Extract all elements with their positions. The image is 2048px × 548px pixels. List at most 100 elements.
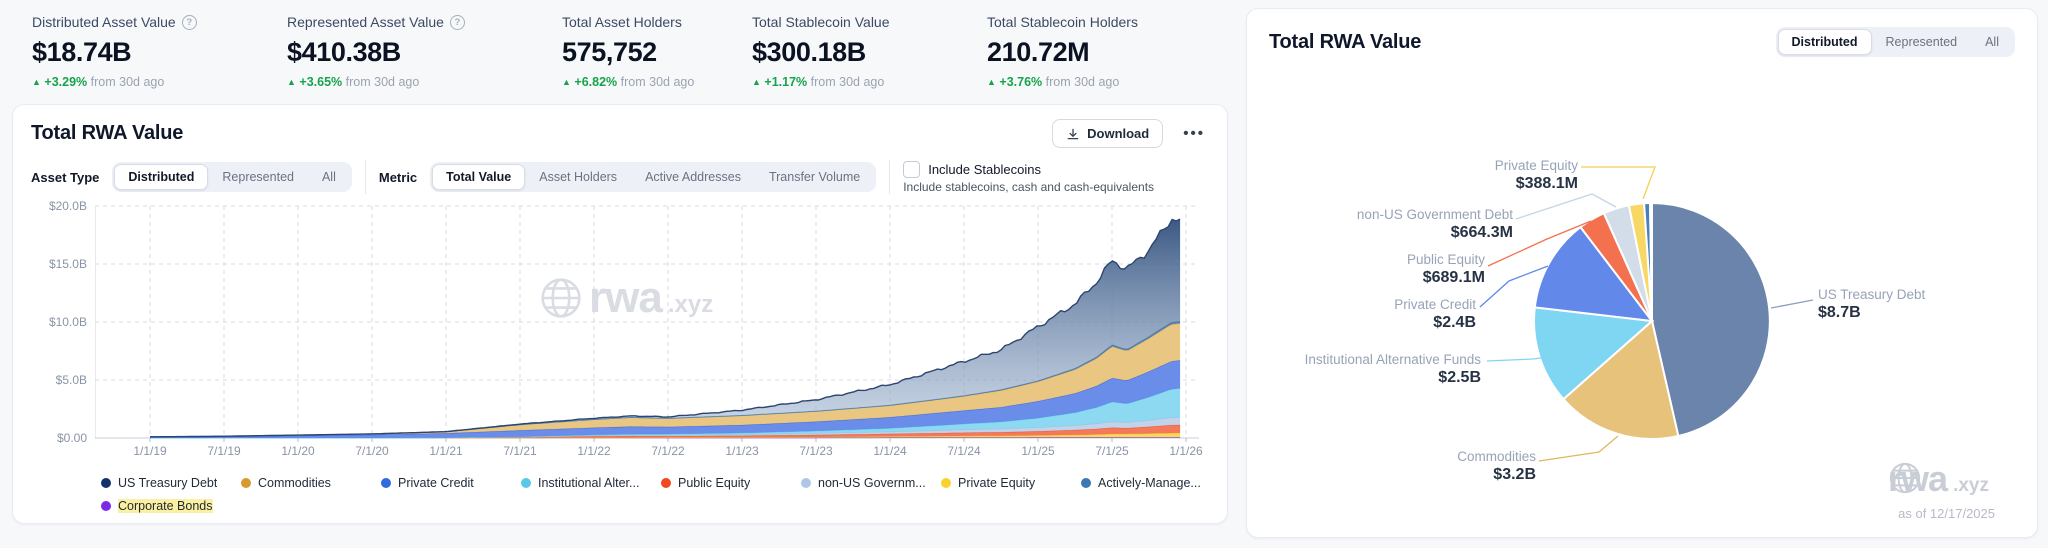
left-column: Distributed Asset Value? $18.74B ▲ +3.29% … xyxy=(12,8,1228,538)
legend-label: Actively-Manage... xyxy=(1098,476,1201,490)
pie-chart[interactable]: US Treasury Debt $8.7B Commodities $3.2B Ins… xyxy=(1247,9,2041,539)
legend-label: Corporate Bonds xyxy=(118,499,213,513)
legend-item-corporate-bonds[interactable]: Corporate Bonds xyxy=(101,499,241,513)
legend-item-institutional-alter[interactable]: Institutional Alter... xyxy=(521,476,661,490)
up-arrow-icon: ▲ xyxy=(287,77,296,87)
as-of-date: as of 12/17/2025 xyxy=(1898,506,1995,521)
metric-option-transfer-volume[interactable]: Transfer Volume xyxy=(755,164,874,190)
stat-value: 575,752 xyxy=(562,37,657,67)
pie-label-name: Institutional Alternative Funds xyxy=(1304,352,1481,367)
include-stablecoins-label: Include Stablecoins xyxy=(928,161,1041,177)
x-axis-tick-label: 1/1/23 xyxy=(725,444,759,458)
legend-swatch xyxy=(941,478,951,488)
include-stablecoins-checkbox[interactable] xyxy=(903,160,921,178)
y-axis-tick-label: $20.0B xyxy=(48,199,87,213)
total-rwa-value-card: Total RWA Value Download ••• Asset Type xyxy=(12,104,1228,524)
metric-option-active-addresses[interactable]: Active Addresses xyxy=(631,164,755,190)
pie-label-value: $664.3M xyxy=(1450,224,1513,241)
pie-label-name: Private Equity xyxy=(1494,158,1578,173)
pie-label-name: Commodities xyxy=(1457,449,1536,464)
legend-item-public-equity[interactable]: Public Equity xyxy=(661,476,801,490)
x-axis-tick-label: 1/1/24 xyxy=(873,444,907,458)
metric-option-total-value[interactable]: Total Value xyxy=(432,164,526,190)
pie-label-us-treasury-debt: US Treasury Debt $8.7B xyxy=(1818,286,1925,322)
pie-label-name: Public Equity xyxy=(1406,252,1485,267)
x-axis-tick-label: 7/1/25 xyxy=(1095,444,1129,458)
legend-swatch xyxy=(1081,478,1091,488)
x-axis-tick-label: 1/1/19 xyxy=(133,444,167,458)
divider xyxy=(364,160,366,194)
help-icon[interactable]: ? xyxy=(181,14,197,30)
delta-note: from 30d ago xyxy=(90,75,165,89)
stat-card-represented-asset-value: Represented Asset Value? $410.38B ▲ +3.65%… xyxy=(287,14,562,104)
legend-label: Public Equity xyxy=(678,476,751,490)
delta-note: from 30d ago xyxy=(345,75,420,89)
legend-item-us-treasury-debt[interactable]: US Treasury Debt xyxy=(101,476,241,490)
download-label: Download xyxy=(1087,126,1150,141)
stat-label: Represented Asset Value? xyxy=(287,14,552,30)
x-axis-tick-label: 1/1/21 xyxy=(429,444,463,458)
stat-value: $300.18B xyxy=(752,37,866,67)
legend-item-commodities[interactable]: Commodities xyxy=(241,476,381,490)
x-axis-tick-label: 1/1/26 xyxy=(1169,444,1203,458)
legend-swatch xyxy=(381,478,391,488)
pie-label-value: $689.1M xyxy=(1422,269,1485,286)
y-axis-tick-label: $15.0B xyxy=(48,257,87,271)
asset-type-option-distributed[interactable]: Distributed xyxy=(114,164,209,190)
up-arrow-icon: ▲ xyxy=(32,77,41,87)
metric-segmented-control: Total Value Asset Holders Active Addresses… xyxy=(430,162,877,192)
metric-option-asset-holders[interactable]: Asset Holders xyxy=(525,164,631,190)
pie-label-value: $388.1M xyxy=(1515,175,1578,192)
include-stablecoins-block: Include Stablecoins Include stablecoins,… xyxy=(903,160,1155,194)
x-axis-tick-label: 7/1/23 xyxy=(799,444,833,458)
asset-type-label: Asset Type xyxy=(31,169,100,185)
legend-item-actively-manage[interactable]: Actively-Manage... xyxy=(1081,476,1221,490)
legend-item-private-credit[interactable]: Private Credit xyxy=(381,476,521,490)
legend-swatch xyxy=(101,478,111,488)
stat-value: 210.72M xyxy=(987,37,1090,67)
help-icon[interactable]: ? xyxy=(449,14,465,30)
delta-percent: +3.76% xyxy=(999,75,1043,89)
delta-percent: +3.29% xyxy=(44,75,88,89)
pie-label-value: $8.7B xyxy=(1818,304,1861,321)
asset-type-option-all[interactable]: All xyxy=(308,164,350,190)
pie-label-commodities: Commodities $3.2B xyxy=(1457,448,1536,484)
delta-percent: +6.82% xyxy=(574,75,618,89)
x-axis-tick-label: 7/1/22 xyxy=(651,444,685,458)
stat-value: $410.38B xyxy=(287,37,401,67)
stat-card-distributed-asset-value: Distributed Asset Value? $18.74B ▲ +3.29% … xyxy=(32,14,287,104)
delta-note: from 30d ago xyxy=(1045,75,1120,89)
pie-chart-svg[interactable] xyxy=(1247,9,2041,539)
pie-label-value: $3.2B xyxy=(1493,466,1536,483)
asset-type-segmented-control: Distributed Represented All xyxy=(112,162,352,192)
y-axis-tick-label: $5.0B xyxy=(55,373,87,387)
legend-item-non-us-governm[interactable]: non-US Governm... xyxy=(801,476,941,490)
stat-label: Total Asset Holders xyxy=(562,14,682,30)
x-axis-tick-label: 7/1/20 xyxy=(355,444,389,458)
pie-label-public-equity: Public Equity $689.1M xyxy=(1407,251,1485,287)
x-axis-tick-label: 7/1/24 xyxy=(947,444,981,458)
stat-delta: ▲ +3.76% from 30d ago xyxy=(987,75,1138,89)
dashboard: Distributed Asset Value? $18.74B ▲ +3.29% … xyxy=(0,0,2048,546)
y-axis-tick-label: $0.00 xyxy=(56,431,87,445)
legend-label: Institutional Alter... xyxy=(538,476,640,490)
area-chart-svg[interactable] xyxy=(95,204,1207,442)
stat-delta: ▲ +3.29% from 30d ago xyxy=(32,75,277,89)
more-options-button[interactable]: ••• xyxy=(1177,121,1211,146)
stat-label: Distributed Asset Value? xyxy=(32,14,277,30)
stat-delta: ▲ +6.82% from 30d ago xyxy=(562,75,742,89)
include-stablecoins-sublabel: Include stablecoins, cash and cash-equiv… xyxy=(903,179,1155,194)
legend-item-private-equity[interactable]: Private Equity xyxy=(941,476,1081,490)
stat-card-total-stablecoin-holders: Total Stablecoin Holders 210.72M ▲ +3.76% … xyxy=(987,14,1148,104)
legend-label: Private Credit xyxy=(398,476,474,490)
delta-note: from 30d ago xyxy=(810,75,885,89)
stacked-area-chart[interactable]: rwa .xyz $20.0B $15.0B $10.0B $5.0B $0.00 1/1/… xyxy=(31,199,1211,466)
up-arrow-icon: ▲ xyxy=(562,77,571,87)
legend-label: Private Equity xyxy=(958,476,1036,490)
asset-type-option-represented[interactable]: Represented xyxy=(208,164,308,190)
page-title: Total RWA Value xyxy=(31,122,184,144)
legend-swatch xyxy=(521,478,531,488)
legend-swatch xyxy=(801,478,811,488)
download-button[interactable]: Download xyxy=(1052,119,1164,148)
x-axis-tick-label: 7/1/21 xyxy=(503,444,537,458)
